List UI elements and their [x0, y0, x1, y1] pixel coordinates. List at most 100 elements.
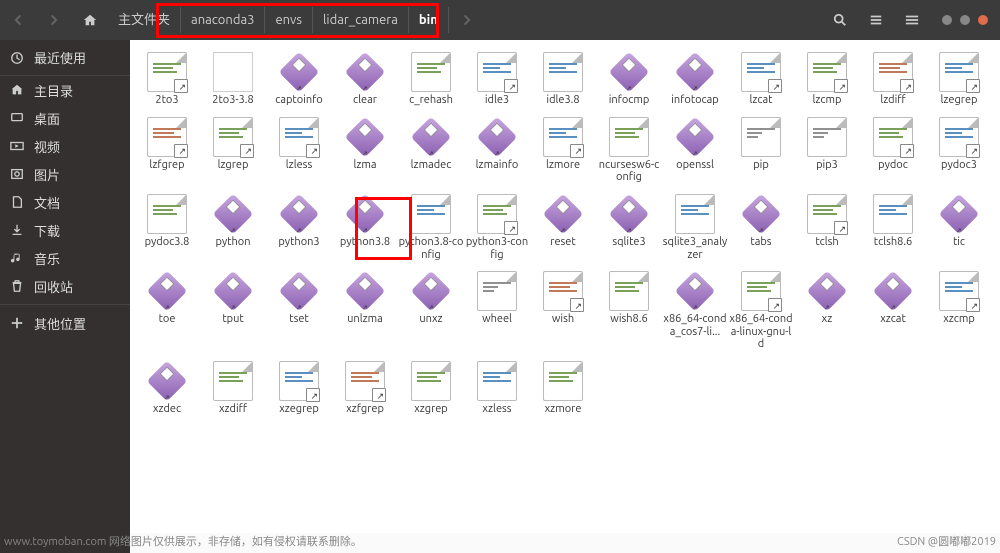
binary-file-icon: ↗ [345, 116, 386, 157]
file-item[interactable]: python3.8-config [398, 194, 464, 261]
file-item[interactable]: ↗python [200, 194, 266, 261]
file-item[interactable]: pip [728, 117, 794, 184]
file-item[interactable]: ↗unxz [398, 271, 464, 351]
crumb-anaconda3[interactable]: anaconda3 [181, 7, 265, 33]
file-item[interactable]: xzgrep [398, 361, 464, 416]
file-item[interactable]: ↗lzless [266, 117, 332, 184]
file-item[interactable]: c_rehash [398, 52, 464, 107]
sidebar-label: 回收站 [34, 277, 73, 296]
crumb-root[interactable]: 主文件夹 [108, 7, 181, 33]
file-label: unxz [419, 313, 442, 326]
file-item[interactable]: ↗unlzma [332, 271, 398, 351]
window-maximize-button[interactable] [960, 15, 970, 25]
sidebar-item-downloads[interactable]: 下载 [0, 216, 130, 244]
file-item[interactable]: ↗lzmainfo [464, 117, 530, 184]
file-item[interactable]: ↗sqlite3 [596, 194, 662, 261]
file-item[interactable]: ↗lzma [332, 117, 398, 184]
file-item[interactable]: 2to3-3.8 [200, 52, 266, 107]
sidebar-item-home[interactable]: 主目录 [0, 76, 130, 104]
binary-file-icon: ↗ [345, 52, 386, 93]
file-item[interactable]: pip3 [794, 117, 860, 184]
file-item[interactable]: ↗clear [332, 52, 398, 107]
file-item[interactable]: ↗x86_64-conda-linux-gnu-ld [728, 271, 794, 351]
file-item[interactable]: ↗pydoc3 [926, 117, 992, 184]
file-item[interactable]: wish8.6 [596, 271, 662, 351]
crumb-lidar-camera[interactable]: lidar_camera [313, 7, 409, 33]
file-item[interactable]: ↗xzdec [134, 361, 200, 416]
file-label: sqlite3_analyzer [662, 236, 728, 261]
file-item[interactable]: ↗reset [530, 194, 596, 261]
file-item[interactable]: wheel [464, 271, 530, 351]
file-item[interactable]: ↗idle3 [464, 52, 530, 107]
file-item[interactable]: ↗lzegrep [926, 52, 992, 107]
file-item[interactable]: ↗toe [134, 271, 200, 351]
file-item[interactable]: ↗lzgrep [200, 117, 266, 184]
file-item[interactable]: ↗lzcmp [794, 52, 860, 107]
file-item[interactable]: ↗infotocap [662, 52, 728, 107]
crumb-bin[interactable]: bin [409, 7, 449, 33]
file-item[interactable]: ↗lzmore [530, 117, 596, 184]
file-item[interactable]: tclsh8.6 [860, 194, 926, 261]
file-label: tset [289, 313, 309, 326]
sidebar-label: 图片 [34, 165, 60, 184]
text-file-icon: ↗ [147, 117, 187, 157]
home-icon[interactable] [74, 4, 106, 36]
file-item[interactable]: ↗captoinfo [266, 52, 332, 107]
file-item[interactable]: ↗tic [926, 194, 992, 261]
file-item[interactable]: ↗python3.8 [332, 194, 398, 261]
file-item[interactable]: ↗lzfgrep [134, 117, 200, 184]
search-button[interactable] [824, 4, 856, 36]
binary-file-icon: ↗ [741, 194, 782, 235]
sidebar-item-videos[interactable]: 视频 [0, 132, 130, 160]
file-item[interactable]: ↗tclsh [794, 194, 860, 261]
file-item[interactable]: ↗x86_64-conda_cos7-li... [662, 271, 728, 351]
text-file-icon [411, 361, 451, 401]
sidebar-item-other[interactable]: 其他位置 [0, 309, 130, 337]
crumb-more-icon[interactable] [451, 4, 483, 36]
file-item[interactable]: ↗xz [794, 271, 860, 351]
sidebar-item-recent[interactable]: 最近使用 [0, 40, 130, 76]
file-item[interactable]: ↗2to3 [134, 52, 200, 107]
crumb-envs[interactable]: envs [265, 7, 313, 33]
file-item[interactable]: ↗openssl [662, 117, 728, 184]
window-close-button[interactable] [978, 15, 988, 25]
sidebar-item-desktop[interactable]: 桌面 [0, 104, 130, 132]
file-item[interactable]: ↗python3 [266, 194, 332, 261]
text-file-icon: ↗ [939, 271, 979, 311]
window-minimize-button[interactable] [942, 15, 952, 25]
text-file-icon: ↗ [939, 117, 979, 157]
file-label: xzcmp [943, 313, 975, 326]
file-item[interactable]: ↗xzcat [860, 271, 926, 351]
file-item[interactable]: ↗ xzcmp [926, 271, 992, 351]
file-item[interactable]: ncursesw6-config [596, 117, 662, 184]
file-item[interactable]: sqlite3_analyzer [662, 194, 728, 261]
sidebar-item-music[interactable]: 音乐 [0, 244, 130, 272]
file-item[interactable]: ↗lzcat [728, 52, 794, 107]
file-item[interactable]: ↗pydoc [860, 117, 926, 184]
file-label: unlzma [347, 313, 383, 326]
nav-back-button[interactable] [2, 4, 34, 36]
file-item[interactable]: idle3.8 [530, 52, 596, 107]
sidebar-item-documents[interactable]: 文档 [0, 188, 130, 216]
nav-forward-button[interactable] [38, 4, 70, 36]
sidebar-item-pictures[interactable]: 图片 [0, 160, 130, 188]
file-item[interactable]: ↗xzfgrep [332, 361, 398, 416]
file-item[interactable]: ↗tset [266, 271, 332, 351]
text-file-icon [741, 117, 781, 157]
file-item[interactable]: ↗tabs [728, 194, 794, 261]
file-item[interactable]: ↗lzdiff [860, 52, 926, 107]
file-item[interactable]: xzmore [530, 361, 596, 416]
file-item[interactable]: ↗wish [530, 271, 596, 351]
file-item[interactable]: ↗lzmadec [398, 117, 464, 184]
file-item[interactable]: ↗python3-config [464, 194, 530, 261]
file-item[interactable]: ↗tput [200, 271, 266, 351]
file-item[interactable]: ↗xzegrep [266, 361, 332, 416]
file-item[interactable]: ↗infocmp [596, 52, 662, 107]
sidebar-item-trash[interactable]: 回收站 [0, 272, 130, 300]
menu-button[interactable] [896, 4, 928, 36]
view-list-button[interactable] [860, 4, 892, 36]
file-item[interactable]: pydoc3.8 [134, 194, 200, 261]
file-item[interactable]: xzless [464, 361, 530, 416]
sidebar-label: 最近使用 [34, 48, 86, 67]
file-item[interactable]: xzdiff [200, 361, 266, 416]
